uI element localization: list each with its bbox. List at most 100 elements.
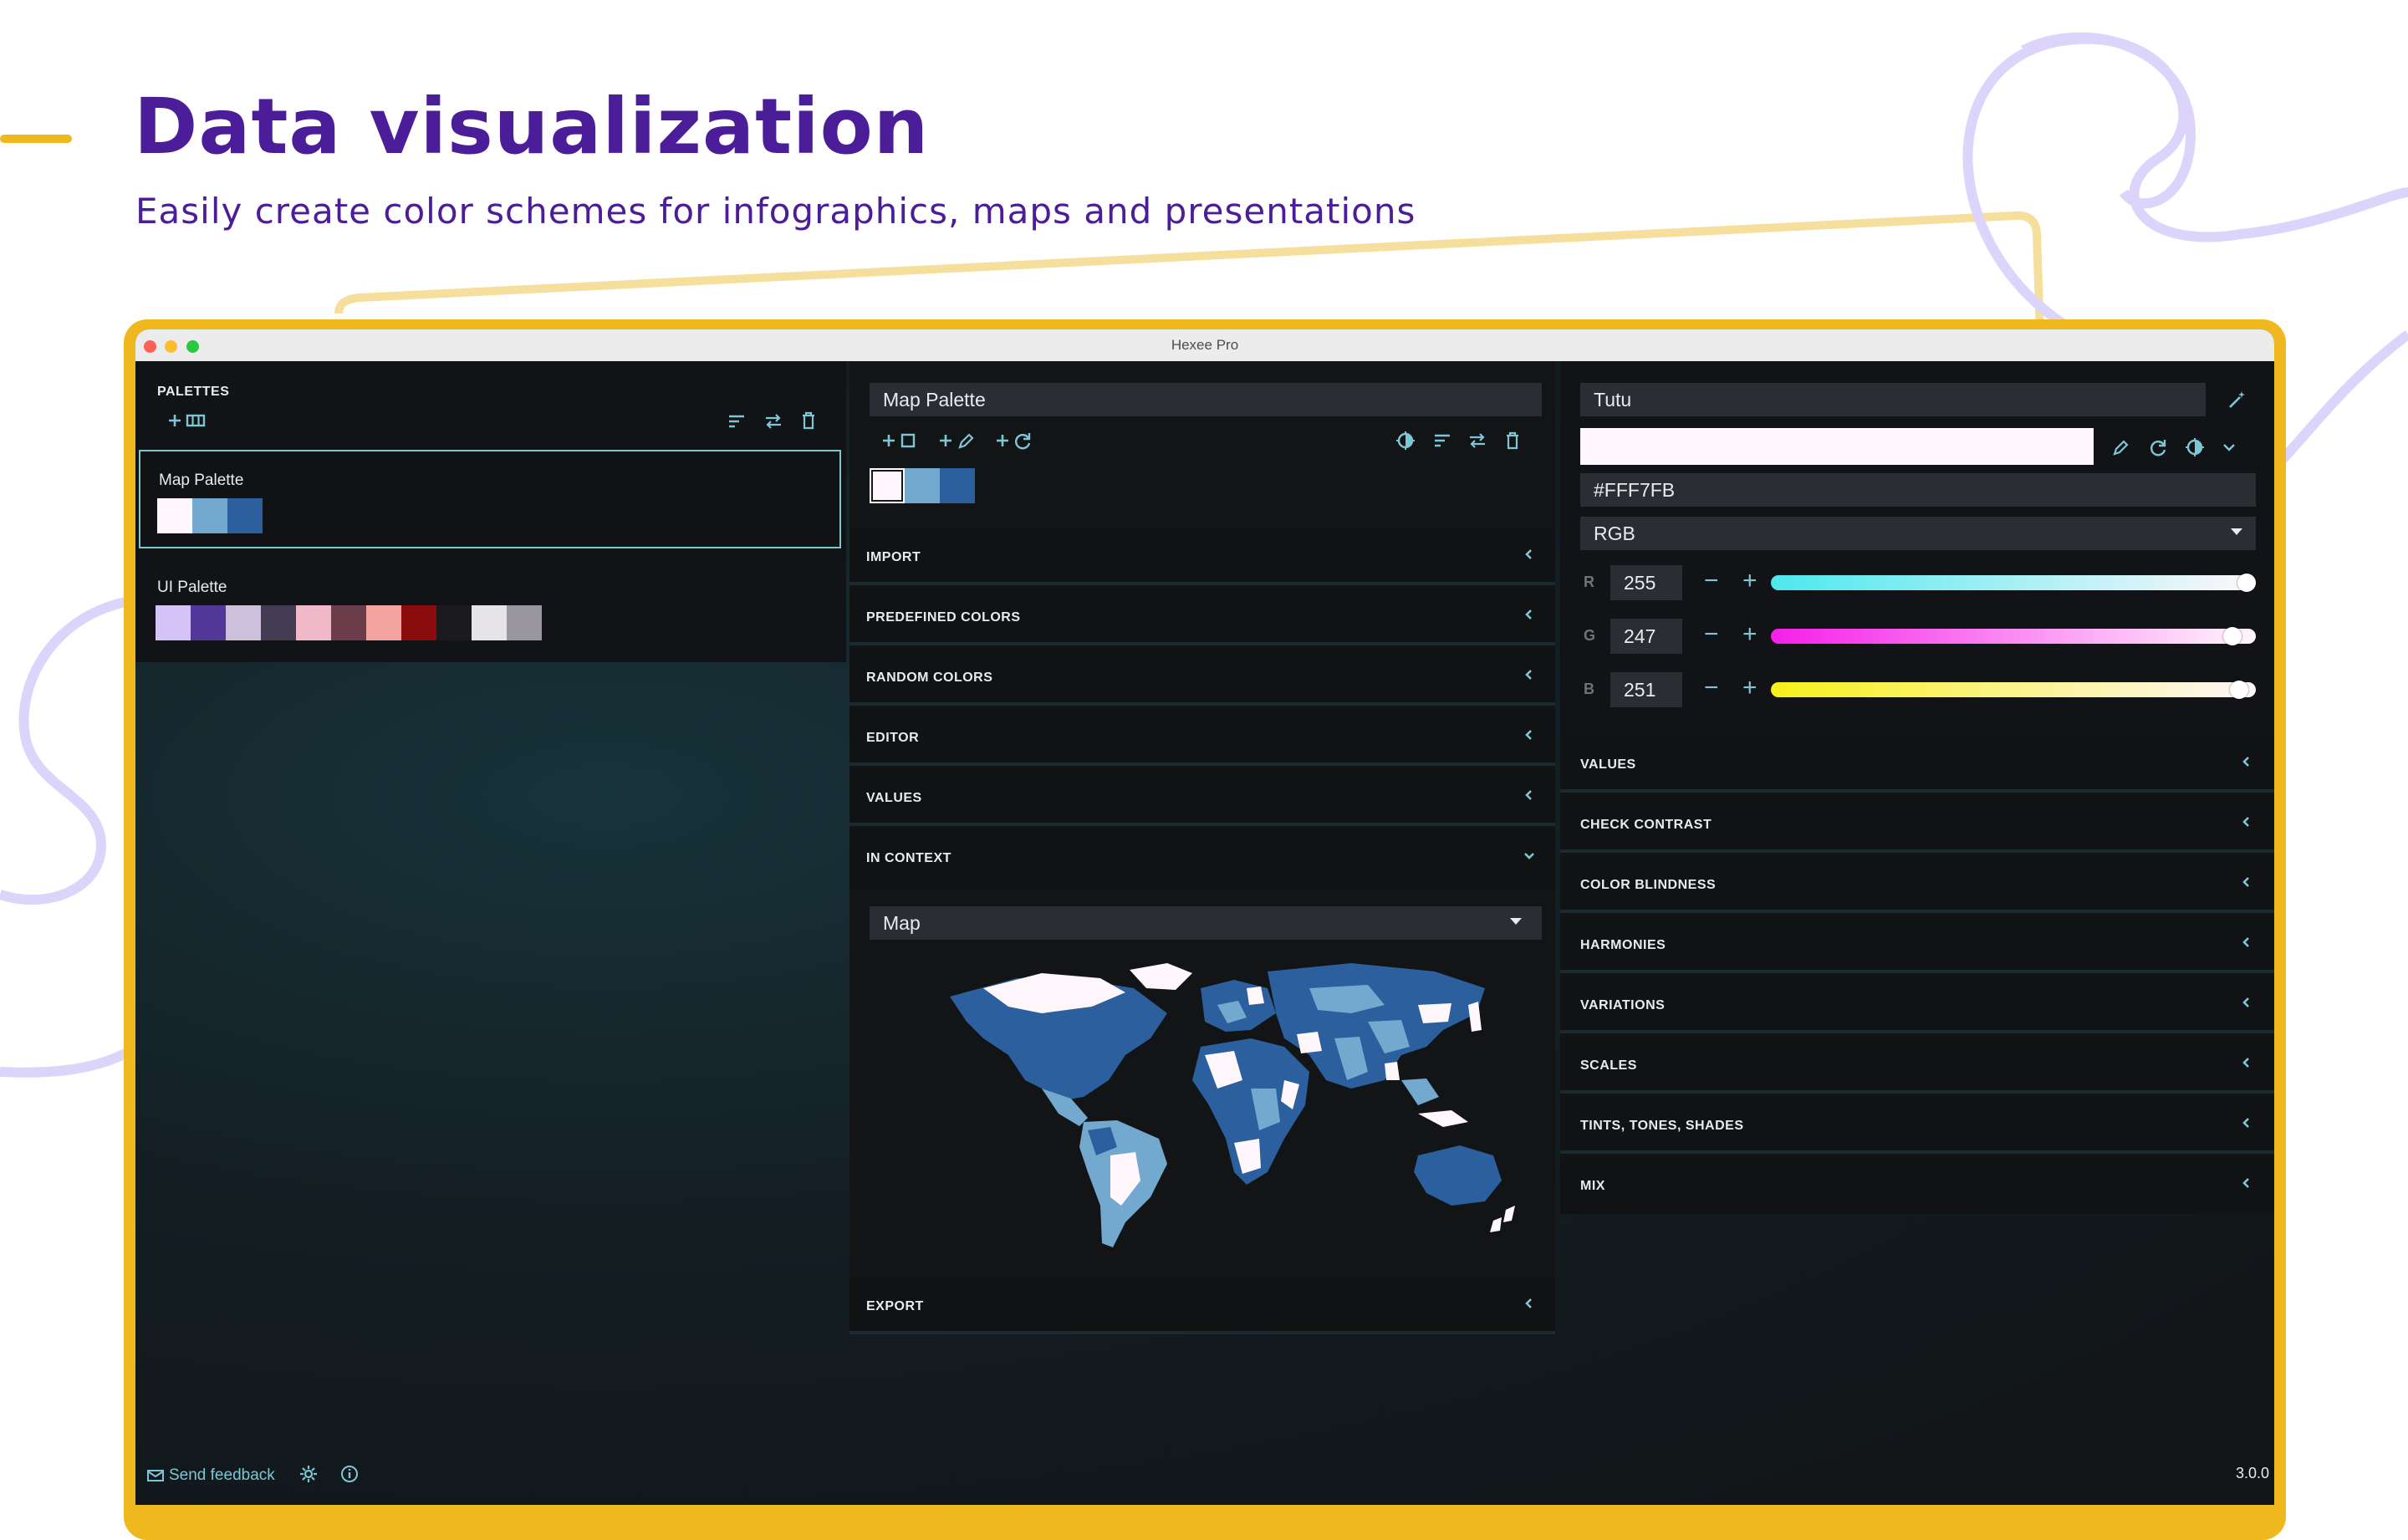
in-context-section[interactable]: IN CONTEXT xyxy=(849,829,1555,890)
blue-slider[interactable] xyxy=(1771,682,2256,697)
blue-slider-knob[interactable] xyxy=(2230,681,2249,699)
palette-item-ui[interactable]: UI Palette xyxy=(139,557,841,655)
swatch[interactable] xyxy=(366,605,401,640)
color-blindness-section[interactable]: COLOR BLINDNESS xyxy=(1560,856,2274,913)
swatch[interactable] xyxy=(192,498,227,533)
increment-red-button[interactable]: + xyxy=(1742,569,1758,594)
swatch[interactable] xyxy=(156,605,191,640)
swatch[interactable] xyxy=(261,605,296,640)
chevron-left-icon xyxy=(1518,664,1540,686)
section-label: TINTS, TONES, SHADES xyxy=(1580,1119,1744,1133)
chevron-left-icon xyxy=(2236,751,2258,773)
palette-name-input[interactable]: Map Palette xyxy=(870,383,1542,416)
chevron-down-icon xyxy=(1518,844,1540,866)
palette-name: UI Palette xyxy=(157,579,227,596)
green-slider-knob[interactable] xyxy=(2222,627,2242,645)
export-section[interactable]: EXPORT xyxy=(849,1277,1555,1334)
chevron-left-icon xyxy=(2236,1052,2258,1073)
palette-editor-panel: Map Palette IMPORT PREDEFINED COLORS RAN… xyxy=(849,361,1555,1334)
trash-icon[interactable] xyxy=(1505,431,1520,450)
accent-bar xyxy=(0,135,72,143)
increment-green-button[interactable]: + xyxy=(1742,622,1758,647)
green-value-input[interactable]: 247 xyxy=(1610,619,1682,654)
add-picker-icon[interactable] xyxy=(938,431,975,450)
section-label: VARIATIONS xyxy=(1580,998,1666,1012)
color-mode-select[interactable]: RGB xyxy=(1580,517,2256,550)
red-slider-knob[interactable] xyxy=(2237,574,2256,592)
section-label: EXPORT xyxy=(866,1299,924,1313)
decrement-blue-button[interactable]: − xyxy=(1704,676,1719,701)
swatch[interactable] xyxy=(296,605,331,640)
section-label: EDITOR xyxy=(866,731,920,745)
swatch[interactable] xyxy=(191,605,226,640)
chevron-down-icon[interactable] xyxy=(2221,440,2237,455)
scales-section[interactable]: SCALES xyxy=(1560,1037,2274,1094)
swatch[interactable] xyxy=(227,498,263,533)
mail-icon xyxy=(147,1469,164,1487)
window-title: Hexee Pro xyxy=(1171,337,1239,353)
editor-section[interactable]: EDITOR xyxy=(849,709,1555,766)
section-label: IN CONTEXT xyxy=(866,851,951,865)
palettes-panel: PALETTES Map Palette UI Palette xyxy=(135,361,846,662)
section-label: HARMONIES xyxy=(1580,938,1666,952)
refresh-icon[interactable] xyxy=(2149,438,2167,456)
variations-section[interactable]: VARIATIONS xyxy=(1560,977,2274,1033)
values-section[interactable]: VALUES xyxy=(849,769,1555,826)
section-label: VALUES xyxy=(866,791,922,805)
app-window: Hexee Pro PALETTES Map Palette UI Palett… xyxy=(135,329,2274,1505)
contrast-icon[interactable] xyxy=(1396,431,1415,450)
tints-tones-shades-section[interactable]: TINTS, TONES, SHADES xyxy=(1560,1097,2274,1154)
increment-blue-button[interactable]: + xyxy=(1742,676,1758,701)
red-slider[interactable] xyxy=(1771,575,2256,590)
swatch[interactable] xyxy=(331,605,366,640)
values-section[interactable]: VALUES xyxy=(1560,736,2274,793)
editor-swatches xyxy=(870,468,975,503)
chevron-left-icon xyxy=(2236,992,2258,1013)
swatch[interactable] xyxy=(226,605,261,640)
caret-down-icon xyxy=(1508,916,1523,926)
green-slider[interactable] xyxy=(1771,629,2256,644)
contrast-icon[interactable] xyxy=(2186,438,2204,456)
swatch[interactable] xyxy=(472,605,507,640)
hex-input[interactable]: #FFF7FB xyxy=(1580,473,2256,507)
palette-item-map[interactable]: Map Palette xyxy=(139,450,841,548)
harmonies-section[interactable]: HARMONIES xyxy=(1560,916,2274,973)
send-feedback-link[interactable]: Send feedback xyxy=(147,1465,359,1488)
chevron-left-icon xyxy=(2236,1112,2258,1134)
sort-icon[interactable] xyxy=(727,413,746,430)
add-color-icon[interactable] xyxy=(881,431,918,450)
decrement-green-button[interactable]: − xyxy=(1704,622,1719,647)
swatch[interactable] xyxy=(507,605,542,640)
swap-icon[interactable] xyxy=(764,412,783,431)
info-icon[interactable] xyxy=(340,1465,359,1488)
import-section[interactable]: IMPORT xyxy=(849,528,1555,585)
swatch[interactable] xyxy=(905,468,940,503)
mix-section[interactable]: MIX xyxy=(1560,1157,2274,1214)
random-colors-section[interactable]: RANDOM COLORS xyxy=(849,649,1555,706)
section-label: RANDOM COLORS xyxy=(866,671,993,685)
predefined-colors-section[interactable]: PREDEFINED COLORS xyxy=(849,589,1555,645)
check-contrast-section[interactable]: CHECK CONTRAST xyxy=(1560,796,2274,853)
add-palette-icon[interactable] xyxy=(167,411,207,430)
context-select[interactable]: Map xyxy=(870,906,1542,940)
red-value-input[interactable]: 255 xyxy=(1610,565,1682,600)
color-name-input[interactable]: Tutu xyxy=(1580,383,2206,416)
decrement-red-button[interactable]: − xyxy=(1704,569,1719,594)
selected-swatch[interactable] xyxy=(870,468,905,503)
swatch[interactable] xyxy=(436,605,472,640)
eyedropper-icon[interactable] xyxy=(2112,438,2130,456)
magic-wand-icon[interactable] xyxy=(2227,390,2247,410)
trash-icon[interactable] xyxy=(801,411,816,430)
add-random-icon[interactable] xyxy=(995,431,1032,450)
sort-icon[interactable] xyxy=(1433,432,1451,449)
swatch[interactable] xyxy=(401,605,436,640)
chevron-left-icon xyxy=(1518,724,1540,746)
window-titlebar[interactable]: Hexee Pro xyxy=(135,329,2274,362)
swatch[interactable] xyxy=(940,468,975,503)
blue-value-input[interactable]: 251 xyxy=(1610,672,1682,707)
color-detail-panel: Tutu #FFF7FB RGB R 255 − + G 247 − + B 2… xyxy=(1560,361,2274,1214)
swatch[interactable] xyxy=(157,498,192,533)
settings-icon[interactable] xyxy=(299,1465,318,1488)
swap-icon[interactable] xyxy=(1468,431,1487,450)
chevron-left-icon xyxy=(1518,784,1540,806)
